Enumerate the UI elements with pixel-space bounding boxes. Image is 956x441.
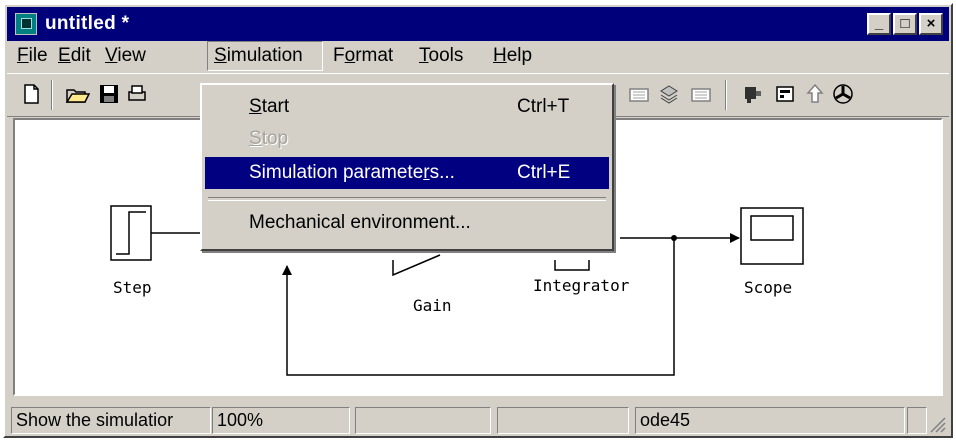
- status-solver: ode45: [635, 407, 905, 434]
- debug-icon[interactable]: [689, 82, 713, 106]
- menu-edit[interactable]: Edit: [52, 41, 97, 71]
- simulink-app-icon[interactable]: [15, 13, 37, 35]
- menu-format-label: Format: [333, 45, 394, 66]
- menu-item-start-label: Start: [249, 96, 290, 117]
- minimize-button[interactable]: _: [867, 13, 891, 35]
- status-pane-4: [497, 407, 629, 434]
- toolbar-separator: [51, 80, 53, 110]
- menu-view[interactable]: View: [99, 41, 152, 71]
- menu-item-mechanical-environment-label: Mechanical environment...: [249, 212, 471, 233]
- build-icon[interactable]: [741, 82, 765, 106]
- menu-item-stop-label: Stop: [249, 128, 289, 149]
- menu-help-label: Help: [493, 45, 533, 66]
- integrator-block[interactable]: [554, 260, 590, 271]
- simulation-menu-dropdown: Start Ctrl+T Stop Simulation parameters.…: [200, 83, 614, 251]
- status-pane-3: [355, 407, 491, 434]
- menu-tools-label: Tools: [419, 45, 464, 66]
- gain-label: Gain: [413, 296, 452, 315]
- new-icon[interactable]: [19, 82, 43, 106]
- step-block[interactable]: [110, 205, 152, 261]
- integrator-label: Integrator: [533, 276, 630, 295]
- scope-label: Scope: [744, 278, 793, 297]
- status-message: Show the simulatior: [11, 407, 211, 434]
- menu-simulation-label: Simulation: [214, 45, 303, 66]
- status-bar: Show the simulatior 100% ode45: [7, 405, 949, 436]
- menu-item-mechanical-environment[interactable]: Mechanical environment...: [205, 207, 609, 239]
- menu-simulation[interactable]: Simulation: [207, 41, 323, 71]
- close-button[interactable]: ×: [919, 13, 943, 35]
- status-pane-6: [907, 407, 927, 434]
- menu-tools[interactable]: Tools: [413, 41, 469, 71]
- menu-edit-label: Edit: [58, 45, 91, 66]
- model-icon[interactable]: [657, 82, 681, 106]
- menu-item-start-shortcut: Ctrl+T: [517, 96, 570, 117]
- menu-item-simulation-parameters-shortcut: Ctrl+E: [517, 162, 571, 183]
- up-icon[interactable]: [803, 82, 827, 106]
- settings-icon[interactable]: [773, 82, 797, 106]
- menu-file-label: File: [17, 45, 48, 66]
- title-bar[interactable]: untitled * _ □ ×: [7, 7, 949, 41]
- save-icon[interactable]: [97, 82, 121, 106]
- menu-item-simulation-parameters[interactable]: Simulation parameters... Ctrl+E: [205, 157, 609, 189]
- status-zoom: 100%: [212, 407, 350, 434]
- menu-separator: [208, 197, 606, 201]
- open-icon[interactable]: [65, 82, 91, 106]
- print-icon[interactable]: [125, 82, 149, 106]
- feedback-line: [282, 238, 675, 376]
- menu-item-simulation-parameters-label: Simulation parameters...: [249, 162, 455, 183]
- menu-item-start[interactable]: Start Ctrl+T: [205, 91, 609, 123]
- menu-item-stop: Stop: [205, 123, 609, 155]
- maximize-button[interactable]: □: [893, 13, 917, 35]
- menu-bar: File Edit View Simulation Format Tools H…: [7, 41, 949, 71]
- resize-grip-icon[interactable]: [927, 414, 947, 434]
- scope-block[interactable]: [740, 207, 804, 265]
- menu-format[interactable]: Format: [327, 41, 399, 71]
- gain-block[interactable]: [392, 254, 441, 277]
- toolbar-separator: [725, 80, 727, 110]
- menu-view-label: View: [105, 45, 146, 66]
- options-icon[interactable]: [831, 82, 855, 106]
- window-title: untitled *: [45, 13, 130, 34]
- step-label: Step: [113, 278, 152, 297]
- menu-help[interactable]: Help: [487, 41, 538, 71]
- library-icon[interactable]: [627, 82, 651, 106]
- menu-file[interactable]: File: [11, 41, 54, 71]
